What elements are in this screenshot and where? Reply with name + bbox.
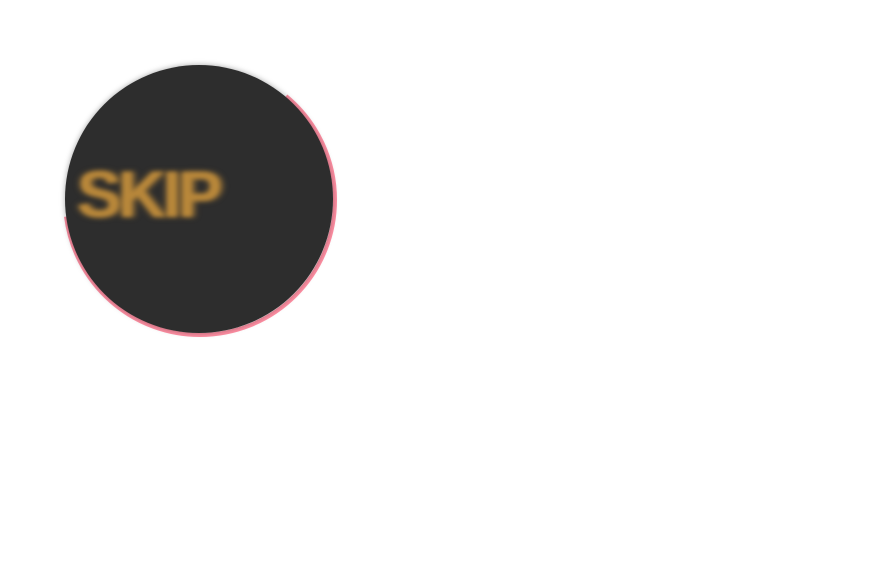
- screen: SKIP: [0, 0, 883, 584]
- skip-control[interactable]: SKIP: [62, 62, 338, 338]
- skip-label: SKIP: [77, 157, 222, 231]
- skip-button[interactable]: SKIP: [65, 65, 333, 333]
